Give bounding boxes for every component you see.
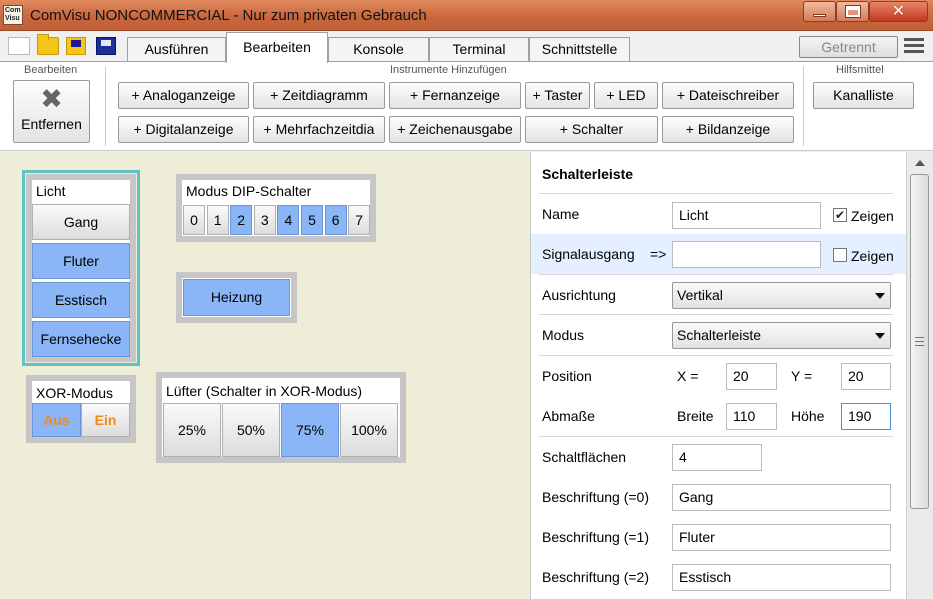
luefter-switch-2[interactable]: 75% [281,403,339,457]
prop-row-orientation: Ausrichtung Vertikal [531,275,907,315]
prop-row-caption-1: Beschriftung (=1) Fluter [531,517,907,557]
remove-button-label: Entfernen [21,116,82,132]
position-x-input[interactable]: 20 [726,363,777,390]
tab-bearbeiten[interactable]: Bearbeiten [226,32,328,63]
caption-0-input[interactable]: Gang [672,484,891,511]
chevron-down-icon [875,293,885,299]
group-label-bearbeiten: Bearbeiten [24,64,78,76]
button-count-input[interactable]: 4 [672,444,762,471]
add-dateischreiber-button[interactable]: + Dateischreiber [662,82,794,109]
prop-row-buttons: Schaltflächen 4 [531,437,907,477]
remove-x-icon: ✖ [40,84,63,114]
xor-mode-title: XOR-Modus [36,385,114,401]
minimize-icon [813,14,826,17]
group-label-instrumente: Instrumente Hinzufügen [390,64,507,76]
licht-switch-3[interactable]: Fernsehecke [32,321,130,357]
prop-row-signal: Signalausgang => Zeigen [531,234,907,274]
height-input[interactable]: 190 [841,403,891,430]
name-input[interactable]: Licht [672,202,821,229]
prop-row-name: Name Licht ✔ Zeigen [531,194,907,234]
tab-schnittstelle[interactable]: Schnittstelle [529,37,630,62]
add-bildanzeige-button[interactable]: + Bildanzeige [662,116,794,143]
position-y-input[interactable]: 20 [841,363,891,390]
name-show-label: Zeigen [851,208,894,224]
group-label-hilfsmittel: Hilfsmittel [836,64,884,76]
scrollbar-thumb[interactable] [910,174,929,509]
tab-konsole[interactable]: Konsole [328,37,429,62]
panel-scrollbar[interactable] [906,152,933,599]
property-panel: Schalterleiste Name Licht ✔ Zeigen Signa… [530,152,907,599]
signal-output-input[interactable] [672,241,821,268]
name-show-checkbox[interactable]: ✔ [833,208,847,222]
xor-off-button[interactable]: Aus [32,403,81,437]
signal-show-checkbox[interactable] [833,248,847,262]
save-as-icon[interactable] [66,37,86,55]
licht-switch-2[interactable]: Esstisch [32,282,130,318]
orientation-select[interactable]: Vertikal [672,282,891,309]
mode-select[interactable]: Schalterleiste [672,322,891,349]
title-bar: Com Visu ComVisu NONCOMMERCIAL - Nur zum… [0,0,933,31]
add-zeitdiagramm-button[interactable]: + Zeitdiagramm [253,82,385,109]
hamburger-menu-icon[interactable] [904,38,924,54]
luefter-title: Lüfter (Schalter in XOR-Modus) [166,383,363,399]
luefter-switch-0[interactable]: 25% [163,403,221,457]
luefter-switch-3[interactable]: 100% [340,403,398,457]
luefter-switch-1[interactable]: 50% [222,403,280,457]
dip-switch-title: Modus DIP-Schalter [186,183,312,199]
xor-on-button[interactable]: Ein [81,403,130,437]
dip-switch-1[interactable]: 1 [206,205,229,235]
maximize-icon [844,5,861,18]
add-zeichenausgabe-button[interactable]: + Zeichenausgabe [389,116,521,143]
minimize-button[interactable] [803,1,836,22]
remove-button[interactable]: ✖ Entfernen [13,80,90,143]
prop-row-mode: Modus Schalterleiste [531,315,907,355]
chevron-down-icon [875,333,885,339]
new-file-icon[interactable] [8,37,30,55]
channel-list-button[interactable]: Kanalliste [813,82,914,109]
add-analoganzeige-button[interactable]: + Analoganzeige [118,82,249,109]
dip-switch-7[interactable]: 7 [348,205,371,235]
signal-show-label: Zeigen [851,248,894,264]
heizung-switch[interactable]: Heizung [183,279,290,316]
dip-switch-6[interactable]: 6 [324,205,347,235]
dip-switch-4[interactable]: 4 [277,205,300,235]
open-folder-icon[interactable] [37,34,59,55]
caption-2-input[interactable]: Esstisch [672,564,891,591]
scroll-up-icon[interactable] [915,160,925,166]
app-logo-icon: Com Visu [3,5,23,25]
licht-switch-0[interactable]: Gang [32,204,130,240]
tab-terminal[interactable]: Terminal [429,37,529,62]
close-button[interactable]: ✕ [869,1,928,22]
ribbon-separator [105,66,106,146]
add-digitalanzeige-button[interactable]: + Digitalanzeige [118,116,249,143]
prop-row-size: Abmaße Breite 110 Höhe 190 [531,396,907,436]
dip-switch-3[interactable]: 3 [253,205,276,235]
width-input[interactable]: 110 [726,403,777,430]
maximize-button[interactable] [836,1,869,22]
tab-bar: Ausführen Bearbeiten Konsole Terminal Sc… [0,31,933,63]
add-mehrfachzeitdia-button[interactable]: + Mehrfachzeitdia [253,116,385,143]
add-schalter-button[interactable]: + Schalter [525,116,658,143]
caption-1-input[interactable]: Fluter [672,524,891,551]
dip-switch-2[interactable]: 2 [230,205,253,235]
prop-row-caption-0: Beschriftung (=0) Gang [531,477,907,517]
prop-row-position: Position X = 20 Y = 20 [531,356,907,396]
licht-switch-1[interactable]: Fluter [32,243,130,279]
ribbon-separator [803,66,804,146]
add-fernanzeige-button[interactable]: + Fernanzeige [389,82,521,109]
window-title: ComVisu NONCOMMERCIAL - Nur zum privaten… [30,7,427,24]
ribbon: Bearbeiten ✖ Entfernen Instrumente Hinzu… [0,61,933,151]
dip-switch-5[interactable]: 5 [301,205,323,235]
connection-status-button[interactable]: Getrennt [799,36,898,58]
panel-header: Schalterleiste [542,166,634,182]
switch-bar-title: Licht [36,183,66,199]
close-icon: ✕ [891,3,906,20]
prop-row-caption-2: Beschriftung (=2) Esstisch [531,557,907,597]
add-taster-button[interactable]: + Taster [525,82,590,109]
tab-ausfuehren[interactable]: Ausführen [127,37,226,62]
add-led-button[interactable]: + LED [594,82,658,109]
dip-switch-0[interactable]: 0 [183,205,205,235]
save-icon[interactable] [96,37,116,55]
